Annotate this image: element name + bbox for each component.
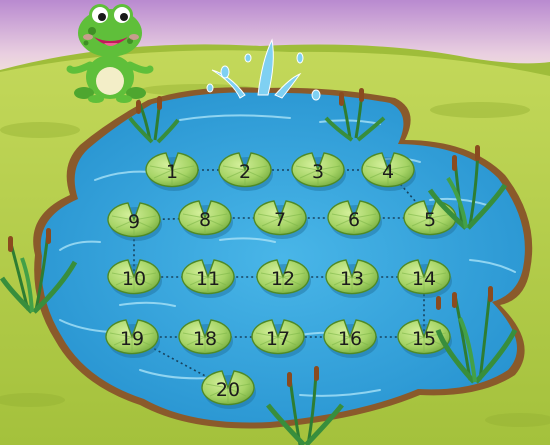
pad-number: 11 <box>196 268 220 290</box>
pad-number: 15 <box>412 328 436 350</box>
pad-number: 9 <box>128 211 140 233</box>
pad-number: 3 <box>312 161 324 183</box>
pad-number: 4 <box>382 161 394 183</box>
pad-number: 6 <box>348 209 360 231</box>
pad-number: 7 <box>274 209 286 231</box>
pad-number: 18 <box>193 328 217 350</box>
pad-number: 12 <box>271 268 295 290</box>
pad-number: 2 <box>239 161 251 183</box>
pad-number: 10 <box>122 268 146 290</box>
game-board: 1 2 3 4 5 6 7 8 9 10 11 12 13 14 15 16 17 18 19 20 <box>0 0 550 445</box>
pad-number: 17 <box>266 328 290 350</box>
pad-number: 19 <box>120 328 144 350</box>
pad-number: 20 <box>216 379 240 401</box>
pad-number: 1 <box>166 161 178 183</box>
game-scene: 1 2 3 45678910 11 12 13 14151617181920 <box>0 0 550 445</box>
pad-number: 5 <box>424 209 436 231</box>
pad-number: 16 <box>338 328 362 350</box>
pad-number: 14 <box>412 268 436 290</box>
pad-number: 8 <box>199 209 211 231</box>
pad-number: 13 <box>340 268 364 290</box>
